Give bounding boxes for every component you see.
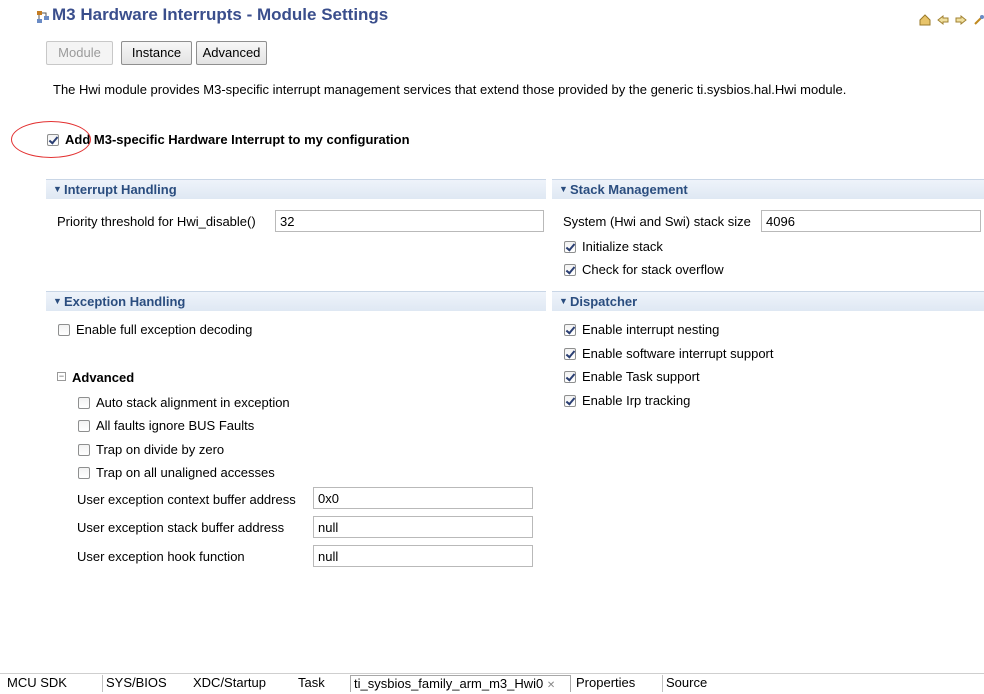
exception-handling-section[interactable]: ▼ Exception Handling	[46, 291, 546, 311]
tab-sys-bios[interactable]: SYS/BIOS	[102, 675, 170, 692]
all-faults-label: All faults ignore BUS Faults	[96, 418, 255, 433]
irp-tracking-checkbox[interactable]	[564, 395, 576, 407]
tab-mcu-sdk[interactable]: MCU SDK	[4, 675, 70, 692]
section-title: Dispatcher	[570, 294, 638, 309]
close-tab-icon[interactable]: ✕	[547, 680, 555, 691]
auto-stack-alignment-checkbox[interactable]	[78, 397, 90, 409]
instance-button[interactable]: Instance	[121, 41, 192, 65]
task-support-checkbox[interactable]	[564, 371, 576, 383]
stack-size-input[interactable]	[761, 210, 981, 232]
check-overflow-checkbox[interactable]	[564, 264, 576, 276]
priority-threshold-input[interactable]	[275, 210, 544, 232]
module-description: The Hwi module provides M3-specific inte…	[53, 82, 847, 97]
initialize-stack-label: Initialize stack	[582, 239, 663, 254]
dispatcher-section[interactable]: ▼ Dispatcher	[552, 291, 984, 311]
tab-source[interactable]: Source	[662, 675, 710, 692]
stack-buffer-label: User exception stack buffer address	[77, 520, 285, 535]
link-icon[interactable]	[972, 13, 984, 27]
swi-support-label: Enable software interrupt support	[582, 346, 774, 361]
page-title: M3 Hardware Interrupts - Module Settings	[52, 5, 389, 24]
stack-management-section[interactable]: ▼ Stack Management	[552, 179, 984, 199]
collapse-advanced-icon[interactable]: −	[57, 372, 66, 381]
trap-unaligned-label: Trap on all unaligned accesses	[96, 465, 275, 480]
toolbar: ?	[918, 13, 984, 27]
stack-buffer-input[interactable]	[313, 516, 533, 538]
trap-divide-label: Trap on divide by zero	[96, 442, 225, 457]
section-title: Interrupt Handling	[64, 182, 177, 197]
full-decoding-label: Enable full exception decoding	[76, 322, 253, 337]
interrupt-handling-section[interactable]: ▼ Interrupt Handling	[46, 179, 546, 199]
collapse-icon: ▼	[53, 184, 62, 194]
home-icon[interactable]	[918, 13, 932, 27]
section-title: Exception Handling	[64, 294, 186, 309]
hook-function-label: User exception hook function	[77, 549, 245, 564]
priority-threshold-label: Priority threshold for Hwi_disable()	[57, 214, 256, 229]
full-decoding-checkbox[interactable]	[58, 324, 70, 336]
swi-support-checkbox[interactable]	[564, 348, 576, 360]
module-button[interactable]: Module	[46, 41, 113, 65]
tab-xdc-startup[interactable]: XDC/Startup	[190, 675, 269, 692]
collapse-icon: ▼	[559, 296, 568, 306]
module-icon	[37, 11, 49, 23]
section-title: Stack Management	[570, 182, 688, 197]
trap-unaligned-checkbox[interactable]	[78, 467, 90, 479]
advanced-button[interactable]: Advanced	[196, 41, 267, 65]
add-module-label: Add M3-specific Hardware Interrupt to my…	[65, 132, 410, 147]
initialize-stack-checkbox[interactable]	[564, 241, 576, 253]
irp-tracking-label: Enable Irp tracking	[582, 393, 691, 408]
trap-divide-checkbox[interactable]	[78, 444, 90, 456]
tab-hwi0[interactable]: ti_sysbios_family_arm_m3_Hwi0 ✕	[350, 675, 571, 692]
collapse-icon: ▼	[53, 296, 62, 306]
task-support-label: Enable Task support	[582, 369, 700, 384]
tab-properties[interactable]: Properties	[573, 675, 638, 692]
back-icon[interactable]	[936, 13, 950, 27]
collapse-icon: ▼	[559, 184, 568, 194]
advanced-group-title: Advanced	[72, 370, 135, 385]
interrupt-nesting-checkbox[interactable]	[564, 324, 576, 336]
tab-hwi0-label: ti_sysbios_family_arm_m3_Hwi0	[354, 676, 544, 691]
tab-task[interactable]: Task	[295, 675, 328, 692]
hook-function-input[interactable]	[313, 545, 533, 567]
context-buffer-input[interactable]	[313, 487, 533, 509]
forward-icon[interactable]	[954, 13, 968, 27]
stack-size-label: System (Hwi and Swi) stack size	[563, 214, 751, 229]
auto-stack-alignment-label: Auto stack alignment in exception	[96, 395, 290, 410]
context-buffer-label: User exception context buffer address	[77, 492, 296, 507]
check-overflow-label: Check for stack overflow	[582, 262, 724, 277]
interrupt-nesting-label: Enable interrupt nesting	[582, 322, 720, 337]
annotation-circle	[11, 121, 91, 158]
all-faults-checkbox[interactable]	[78, 420, 90, 432]
